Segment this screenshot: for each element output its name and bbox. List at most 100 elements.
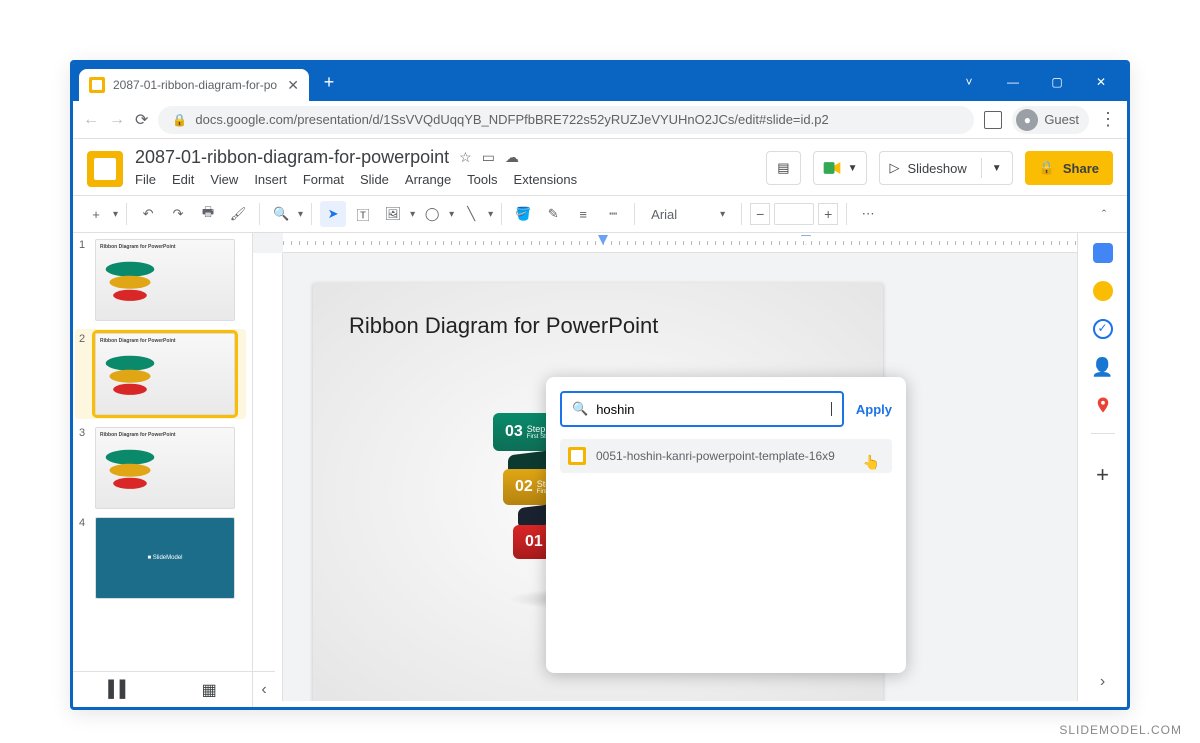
chevron-down-icon[interactable]: ▼ (992, 163, 1002, 174)
redo-button[interactable]: ↷ (165, 201, 191, 227)
chevron-down-icon[interactable]: ▾ (410, 209, 415, 220)
profile-label: Guest (1044, 112, 1079, 127)
document-title[interactable]: 2087-01-ribbon-diagram-for-powerpoint (135, 147, 449, 168)
slide-thumbnail-2[interactable]: Ribbon Diagram for PowerPoint (95, 333, 235, 415)
close-tab-icon[interactable]: ✕ (287, 77, 299, 94)
menu-tools[interactable]: Tools (467, 172, 497, 187)
hide-sidepanel-button[interactable]: › (1100, 673, 1105, 691)
avatar-icon: ● (1016, 109, 1038, 131)
workspace: 1 Ribbon Diagram for PowerPoint 2 Ribbon… (73, 233, 1127, 701)
menu-extensions[interactable]: Extensions (514, 172, 578, 187)
thumb-number: 1 (79, 239, 89, 321)
browser-menu-icon[interactable]: ⋮ (1099, 109, 1117, 130)
chevron-down-icon[interactable]: ▾ (449, 209, 454, 220)
nav-forward-icon[interactable]: → (109, 111, 125, 129)
menu-file[interactable]: File (135, 172, 156, 187)
star-icon[interactable]: ☆ (459, 149, 472, 166)
slideshow-label: Slideshow (908, 161, 967, 176)
addons-button[interactable]: + (1096, 462, 1109, 488)
move-icon[interactable]: ▭ (482, 149, 495, 166)
search-icon: 🔍 (572, 401, 588, 417)
slide-panel[interactable]: 1 Ribbon Diagram for PowerPoint 2 Ribbon… (73, 233, 253, 701)
cloud-status-icon[interactable]: ☁ (505, 149, 519, 166)
canvas-area[interactable]: Ribbon Diagram for PowerPoint 03StepFirs… (253, 233, 1077, 701)
new-slide-button[interactable]: + (83, 201, 109, 227)
link-search-input[interactable] (596, 402, 823, 417)
link-search-field[interactable]: 🔍 (560, 391, 844, 427)
zoom-button[interactable]: 🔍 (268, 201, 294, 227)
meet-button[interactable]: ▼ (813, 151, 867, 185)
comments-button[interactable]: ▤ (766, 151, 800, 185)
new-tab-button[interactable]: + (315, 68, 343, 96)
slide-thumbnail-4[interactable]: ■ SlideModel (95, 517, 235, 599)
font-selector[interactable]: Arial ▾ (643, 207, 733, 222)
more-tools-button[interactable]: ⋯ (855, 201, 881, 227)
link-result-item[interactable]: 0051-hoshin-kanri-powerpoint-template-16… (560, 439, 892, 473)
divider (981, 158, 982, 178)
border-weight-button[interactable]: ≡ (570, 201, 596, 227)
filmstrip-view-icon[interactable]: ▌▌ (108, 681, 131, 699)
window-minimize-icon[interactable]: — (991, 63, 1035, 101)
grid-view-icon[interactable]: ▦ (202, 680, 217, 700)
slidemodel-logo-mini: ■ SlideModel (148, 555, 183, 561)
image-tool[interactable]: 🖼 (380, 201, 406, 227)
toolbar: + ▾ ↶ ↷ 🖶 🖌 🔍 ▾ ➤ 🅃 🖼 ▾ ◯ ▾ ╲ ▾ 🪣 ✎ ≡ ┉ … (73, 195, 1127, 233)
reload-icon[interactable]: ⟳ (135, 110, 148, 130)
menu-format[interactable]: Format (303, 172, 344, 187)
thumb-number: 3 (79, 427, 89, 509)
menu-view[interactable]: View (210, 172, 238, 187)
url-field[interactable]: 🔒 docs.google.com/presentation/d/1SsVVQd… (158, 106, 974, 134)
tasks-icon[interactable]: ✓ (1093, 319, 1113, 339)
calendar-icon[interactable] (1093, 243, 1113, 263)
chevron-down-icon[interactable]: ▾ (298, 209, 303, 220)
window-chevron-icon[interactable]: ˅ (947, 63, 991, 101)
select-tool[interactable]: ➤ (320, 201, 346, 227)
profile-chip[interactable]: ● Guest (1012, 106, 1089, 134)
textbox-tool[interactable]: 🅃 (350, 201, 376, 227)
slides-logo-icon[interactable] (87, 151, 123, 187)
window-maximize-icon[interactable]: ▢ (1035, 63, 1079, 101)
paint-format-button[interactable]: 🖌 (225, 201, 251, 227)
border-color-button[interactable]: ✎ (540, 201, 566, 227)
collapse-filmstrip-button[interactable]: ‹ (253, 671, 275, 707)
fontsize-decrease[interactable]: − (750, 203, 770, 225)
menu-slide[interactable]: Slide (360, 172, 389, 187)
maps-icon[interactable] (1093, 395, 1113, 415)
share-button[interactable]: 🔒 Share (1025, 151, 1113, 185)
menu-edit[interactable]: Edit (172, 172, 194, 187)
text-cursor (831, 402, 832, 416)
collapse-toolbar-button[interactable]: ˆ (1091, 201, 1117, 227)
watermark: SLIDEMODEL.COM (1059, 723, 1182, 737)
menu-insert[interactable]: Insert (254, 172, 287, 187)
slideshow-button[interactable]: ▷ Slideshow ▼ (879, 151, 1013, 185)
horizontal-ruler (283, 233, 1077, 253)
slides-header: 2087-01-ribbon-diagram-for-powerpoint ☆ … (73, 139, 1127, 187)
shape-tool[interactable]: ◯ (419, 201, 445, 227)
slide-thumbnail-1[interactable]: Ribbon Diagram for PowerPoint (95, 239, 235, 321)
comment-icon: ▤ (777, 160, 789, 176)
extensions-icon[interactable] (984, 111, 1002, 129)
slide-title-text[interactable]: Ribbon Diagram for PowerPoint (349, 313, 658, 339)
filmstrip-footer: ▌▌ ▦ (73, 671, 253, 707)
fill-color-button[interactable]: 🪣 (510, 201, 536, 227)
fontsize-increase[interactable]: + (818, 203, 838, 225)
chevron-down-icon[interactable]: ▾ (113, 209, 118, 220)
menu-arrange[interactable]: Arrange (405, 172, 451, 187)
browser-tab[interactable]: 2087-01-ribbon-diagram-for-po ✕ (79, 69, 309, 101)
chevron-down-icon[interactable]: ▾ (488, 209, 493, 220)
fontsize-input[interactable] (774, 203, 814, 225)
apply-link-button[interactable]: Apply (856, 402, 892, 417)
print-button[interactable]: 🖶 (195, 201, 221, 227)
undo-button[interactable]: ↶ (135, 201, 161, 227)
insert-link-popup: 🔍 Apply 0051-hoshin-kanri-powerpoint-tem… (546, 377, 906, 673)
line-tool[interactable]: ╲ (458, 201, 484, 227)
nav-back-icon[interactable]: ← (83, 111, 99, 129)
url-text: docs.google.com/presentation/d/1SsVVQdUq… (195, 112, 828, 127)
keep-icon[interactable] (1093, 281, 1113, 301)
window-close-icon[interactable]: ✕ (1079, 63, 1123, 101)
browser-titlebar: 2087-01-ribbon-diagram-for-po ✕ + ˅ — ▢ … (73, 63, 1127, 101)
border-dash-button[interactable]: ┉ (600, 201, 626, 227)
thumb-number: 4 (79, 517, 89, 599)
contacts-icon[interactable]: 👤 (1093, 357, 1113, 377)
slide-thumbnail-3[interactable]: Ribbon Diagram for PowerPoint (95, 427, 235, 509)
